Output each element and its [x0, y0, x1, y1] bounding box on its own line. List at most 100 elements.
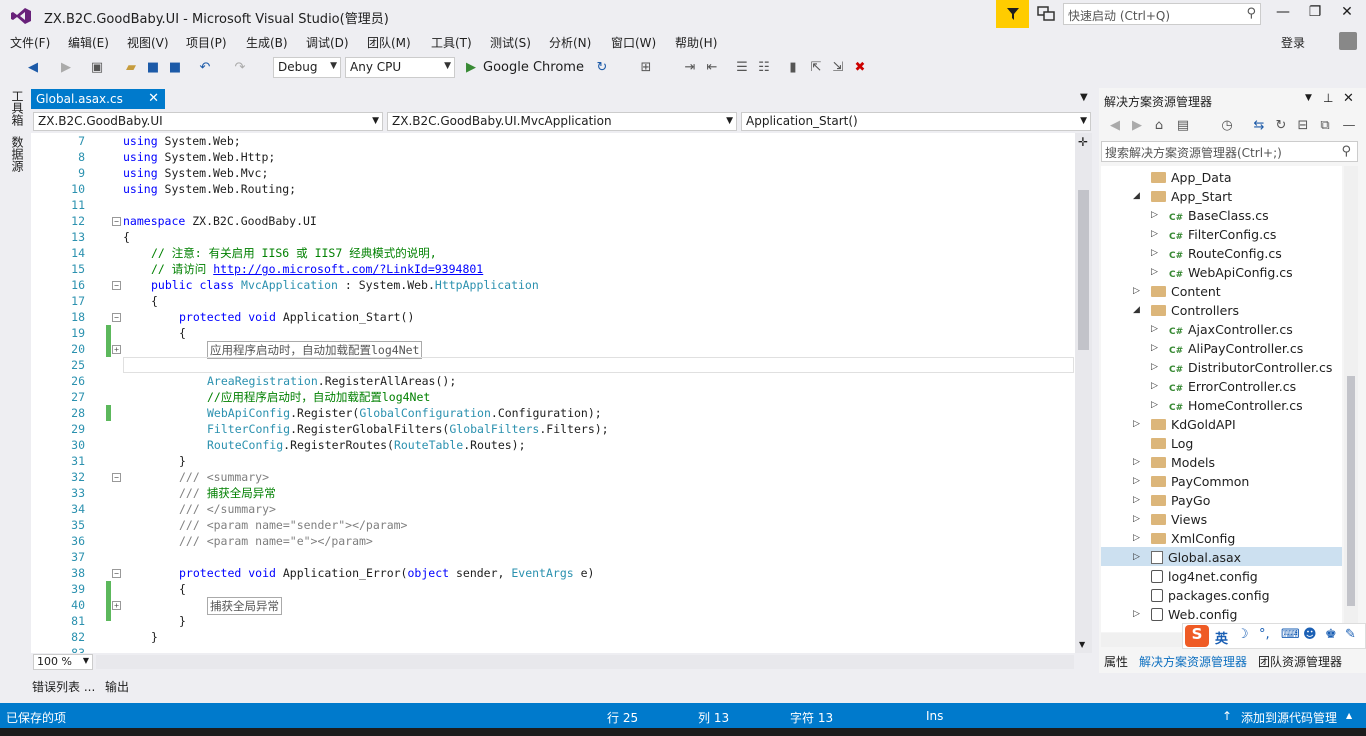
- browser-link-icon[interactable]: ⊞: [638, 58, 654, 78]
- prev-bookmark-icon[interactable]: ⇱: [808, 58, 824, 78]
- home-icon[interactable]: ⌂: [1151, 116, 1167, 136]
- avatar[interactable]: [1339, 32, 1357, 50]
- tree-item-ajaxcontroller[interactable]: ▷ C# AjaxController.cs: [1151, 320, 1293, 339]
- menu-tools[interactable]: 工具(T): [431, 34, 472, 51]
- tree-item-xmlconfig[interactable]: ▷ XmlConfig: [1133, 529, 1235, 548]
- zoom-select[interactable]: 100 % ▼: [33, 654, 93, 670]
- bookmark-icon[interactable]: ▮: [786, 58, 800, 78]
- nav-class-select[interactable]: ZX.B2C.GoodBaby.UI.MvcApplication ▼: [387, 112, 737, 131]
- properties-icon[interactable]: —: [1341, 116, 1357, 136]
- properties-tab[interactable]: 属性: [1104, 653, 1128, 670]
- refresh-icon[interactable]: ↻: [594, 58, 610, 78]
- nav-project-select[interactable]: ZX.B2C.GoodBaby.UI ▼: [33, 112, 383, 131]
- feedback-icon[interactable]: [1036, 5, 1056, 23]
- back-icon[interactable]: ◀: [24, 58, 42, 78]
- back-icon[interactable]: ◀: [1107, 116, 1123, 136]
- login-link[interactable]: 登录: [1281, 34, 1305, 51]
- tree-item-distributorcontroller[interactable]: ▷ C# DistributorController.cs: [1151, 358, 1332, 377]
- sogou-logo-icon[interactable]: S: [1185, 625, 1209, 647]
- show-all-files-icon[interactable]: ⧉: [1317, 116, 1333, 136]
- keyboard-icon[interactable]: ⌨: [1281, 627, 1300, 642]
- tree-item-global-asax[interactable]: ▷ Global.asax: [1133, 548, 1241, 567]
- moon-icon[interactable]: ☽: [1237, 627, 1249, 642]
- menu-test[interactable]: 测试(S): [490, 34, 531, 51]
- menu-analyze[interactable]: 分析(N): [549, 34, 591, 51]
- ime-toolbar[interactable]: S 英 ☽ °, ⌨ ☻ ♚ ✎: [1182, 623, 1366, 649]
- redo-icon[interactable]: ↷: [231, 58, 249, 78]
- platform-select[interactable]: Any CPU ▼: [345, 57, 455, 78]
- tree-item-log[interactable]: Log: [1151, 434, 1193, 453]
- user-icon[interactable]: ☻: [1303, 627, 1317, 642]
- tree-item-content[interactable]: ▷ Content: [1133, 282, 1221, 301]
- new-project-icon[interactable]: ▣: [88, 58, 106, 78]
- uncomment-icon[interactable]: ☷: [756, 58, 772, 78]
- minimize-button[interactable]: —: [1268, 4, 1298, 24]
- start-debug-icon[interactable]: ▶: [463, 58, 479, 78]
- error-list-tab[interactable]: 错误列表 ...: [32, 678, 95, 695]
- tree-item-app-start[interactable]: ◢ App_Start: [1133, 187, 1232, 206]
- output-tab[interactable]: 输出: [105, 678, 129, 695]
- open-file-icon[interactable]: ▰: [122, 58, 140, 78]
- shirt-icon[interactable]: ♚: [1325, 627, 1337, 642]
- solution-search-input[interactable]: 搜索解决方案资源管理器(Ctrl+;) ⚲: [1101, 141, 1358, 162]
- menu-project[interactable]: 项目(P): [186, 34, 227, 51]
- punctuation-icon[interactable]: °,: [1259, 627, 1270, 642]
- refresh-icon[interactable]: ↻: [1273, 116, 1289, 136]
- menu-build[interactable]: 生成(B): [246, 34, 288, 51]
- source-control-button[interactable]: 添加到源代码管理: [1241, 709, 1337, 726]
- close-panel-icon[interactable]: ✕: [1343, 91, 1354, 106]
- solution-explorer-tab[interactable]: 解决方案资源管理器: [1139, 653, 1247, 670]
- menu-window[interactable]: 窗口(W): [611, 34, 656, 51]
- tree-item-app-data[interactable]: App_Data: [1151, 168, 1232, 187]
- tree-item-routeconfig[interactable]: ▷ C# RouteConfig.cs: [1151, 244, 1282, 263]
- scroll-down-icon[interactable]: ▼: [1079, 640, 1085, 649]
- pin-icon[interactable]: ⊥: [1323, 91, 1333, 105]
- tree-item-log4net-config[interactable]: log4net.config: [1151, 567, 1258, 586]
- chevron-up-icon[interactable]: ▲: [1346, 711, 1352, 720]
- solution-scroll-thumb[interactable]: [1347, 376, 1355, 606]
- config-select[interactable]: Debug ▼: [273, 57, 341, 78]
- clear-bookmarks-icon[interactable]: ✖: [852, 58, 868, 78]
- menu-view[interactable]: 视图(V): [127, 34, 169, 51]
- split-icon[interactable]: ✛: [1078, 135, 1088, 149]
- toolbox-tab[interactable]: 工具箱: [9, 90, 26, 126]
- document-tab[interactable]: Global.asax.cs ✕: [31, 89, 165, 109]
- tree-item-views[interactable]: ▷ Views: [1133, 510, 1207, 529]
- wrench-icon[interactable]: ✎: [1345, 627, 1356, 642]
- editor-horizontal-scrollbar[interactable]: [96, 655, 1074, 669]
- code-link[interactable]: http://go.microsoft.com/?LinkId=9394801: [213, 262, 483, 276]
- nav-member-select[interactable]: Application_Start() ▼: [741, 112, 1091, 131]
- tree-item-filterconfig[interactable]: ▷ C# FilterConfig.cs: [1151, 225, 1276, 244]
- save-all-icon[interactable]: ■: [167, 58, 183, 78]
- save-icon[interactable]: ■: [145, 58, 161, 78]
- datasource-tab[interactable]: 数据源: [9, 136, 26, 172]
- forward-icon[interactable]: ▶: [1129, 116, 1145, 136]
- sync-icon[interactable]: ⇆: [1251, 116, 1267, 136]
- collapse-all-icon[interactable]: ⊟: [1295, 116, 1311, 136]
- menu-help[interactable]: 帮助(H): [675, 34, 717, 51]
- undo-icon[interactable]: ↶: [196, 58, 214, 78]
- tree-item-paycommon[interactable]: ▷ PayCommon: [1133, 472, 1249, 491]
- tree-item-models[interactable]: ▷ Models: [1133, 453, 1215, 472]
- tree-item-webapiconfig[interactable]: ▷ C# WebApiConfig.cs: [1151, 263, 1293, 282]
- panel-dropdown-icon[interactable]: ▼: [1305, 93, 1312, 103]
- tree-item-kdgoldapi[interactable]: ▷ KdGoldAPI: [1133, 415, 1236, 434]
- step-icon[interactable]: ⇥: [682, 58, 698, 78]
- menu-debug[interactable]: 调试(D): [306, 34, 349, 51]
- step-over-icon[interactable]: ⇤: [704, 58, 720, 78]
- tree-item-web-config[interactable]: ▷ Web.config: [1133, 605, 1237, 624]
- quick-launch-input[interactable]: 快速启动 (Ctrl+Q) ⚲: [1063, 3, 1261, 25]
- ime-mode[interactable]: 英: [1215, 628, 1228, 647]
- tree-item-controllers[interactable]: ◢ Controllers: [1133, 301, 1239, 320]
- run-target-label[interactable]: Google Chrome: [483, 60, 584, 75]
- upload-icon[interactable]: ↑: [1222, 709, 1232, 723]
- close-button[interactable]: ✕: [1332, 4, 1362, 24]
- code-editor[interactable]: 7 using System.Web; 8 using System.Web.Htt…: [31, 133, 1075, 653]
- tree-item-baseclass[interactable]: ▷ C# BaseClass.cs: [1151, 206, 1269, 225]
- tree-item-packages-config[interactable]: packages.config: [1151, 586, 1270, 605]
- tree-item-errorcontroller[interactable]: ▷ C# ErrorController.cs: [1151, 377, 1296, 396]
- maximize-button[interactable]: ❐: [1300, 4, 1330, 24]
- next-bookmark-icon[interactable]: ⇲: [830, 58, 846, 78]
- tab-dropdown-icon[interactable]: ▼: [1080, 92, 1088, 103]
- team-explorer-tab[interactable]: 团队资源管理器: [1258, 653, 1342, 670]
